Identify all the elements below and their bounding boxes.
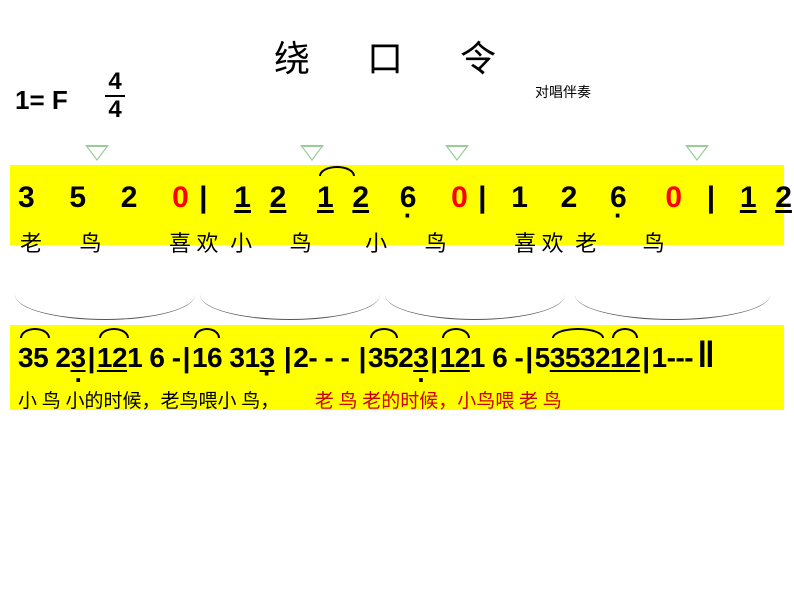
note: 1 [652,338,667,377]
key-signature: 1= F [15,85,68,116]
rest: 0 [451,177,468,219]
marker-triangle [445,145,469,161]
lyric: 欢 [197,226,219,258]
note: 1 [234,177,251,219]
note: 2 [293,338,308,377]
rest: 0 [665,177,682,219]
note: 12 [97,338,127,377]
barline: | [523,342,534,373]
phrase-arc [15,295,195,320]
note: 352 [368,338,413,377]
notation-row-1: 3 5 2 0 | 1 2 1 2 6 0 | 1 2 6 0 | 1 2 [18,170,776,220]
note: 35 2 [18,338,71,377]
marker-triangle [85,145,109,161]
barline: | [357,342,368,373]
lyric: 小 [365,226,387,258]
note: 6 [400,177,417,219]
note: 16 31 [192,338,260,377]
notation-row-2: 35 23|121 6 -|16 313 |2- - - |3523|121 6… [18,330,776,380]
note: 3 [18,177,35,219]
barline: | [197,181,209,214]
lyric: 老 [575,226,597,258]
note: 5 [535,338,550,377]
dash: --- [667,338,693,377]
time-bottom: 4 [105,98,125,122]
note: 5 [69,177,86,219]
note: 3 [71,338,86,377]
dash: - - - [308,338,349,377]
note: 3532 [550,338,610,377]
rest: 0 [172,177,189,219]
note: 1 [740,177,757,219]
note: 1 [317,177,334,219]
lyric: 喜 [169,226,191,258]
note: 2 [121,177,138,219]
dash: - [515,338,524,377]
time-top: 4 [105,70,125,94]
music-line-1: 3 5 2 0 | 1 2 1 2 6 0 | 1 2 6 0 | 1 2 [10,165,784,245]
phrase-arc [575,295,770,320]
phrase-arc [385,295,565,320]
lyric: 鸟 [80,226,102,258]
barline: | [86,342,97,373]
music-line-2: 35 23|121 6 -|16 313 |2- - - |3523|121 6… [10,325,784,410]
marker-triangle [300,145,324,161]
note: 2 [352,177,369,219]
note: 3 [413,338,428,377]
note: 1 6 [127,338,164,377]
lyric: 老 [20,226,42,258]
lyric: 鸟 [643,226,665,258]
dash: - [172,338,181,377]
note: 2 [775,177,792,219]
note: 2 [561,177,578,219]
lyric: 欢 [542,226,564,258]
barline: | [640,342,651,373]
note: 1 [511,177,528,219]
barline: | [282,342,293,373]
lyrics-row-2: 小 鸟 小的时候，老鸟喂小 鸟， 老 鸟 老的时候，小鸟喂 老 鸟 [18,386,776,413]
note: 12 [610,338,640,377]
barline: | [476,181,488,214]
lyric: 小 [230,226,252,258]
note: 2 [270,177,287,219]
double-barline: ‖ [693,334,714,375]
note: 12 [440,338,470,377]
lyrics-row-1: 老 鸟 喜 欢 小 鸟 小 鸟 喜 欢 老 鸟 [18,226,776,258]
lyric: 鸟 [425,226,447,258]
lyric: 喜 [514,226,536,258]
barline: | [705,181,717,214]
barline: | [181,342,192,373]
note: 3 [260,338,275,377]
lyric-phrase: 小 鸟 小的时候，老鸟喂小 鸟， [18,386,279,413]
phrase-arc [200,295,380,320]
barline: | [428,342,439,373]
marker-triangle [685,145,709,161]
lyric: 鸟 [290,226,312,258]
note: 6 [610,177,627,219]
lyric-phrase: 老 鸟 老的时候，小鸟喂 老 鸟 [315,386,562,413]
time-signature: 4 4 [105,70,125,122]
subtitle: 对唱伴奏 [535,82,591,102]
note: 1 6 [470,338,507,377]
